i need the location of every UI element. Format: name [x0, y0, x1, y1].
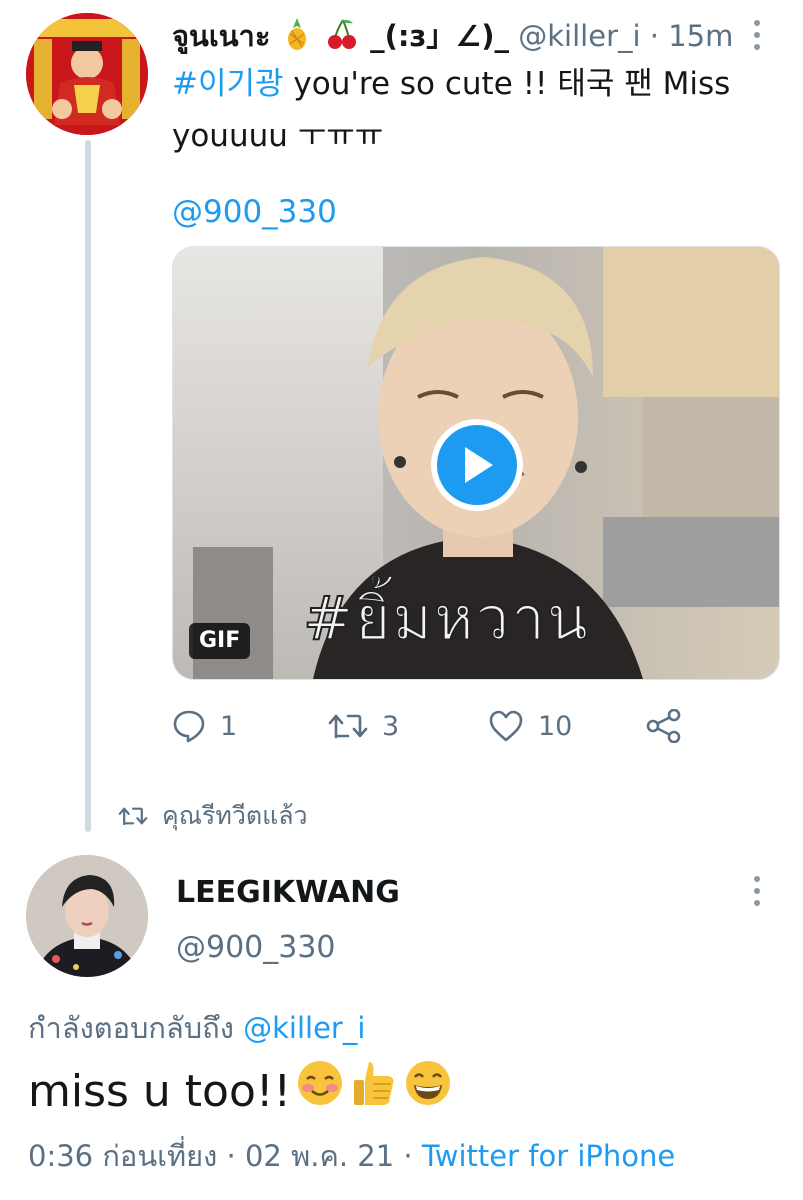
- retweet-icon: [328, 714, 368, 739]
- separator-dot: ·: [649, 19, 659, 53]
- avatar-killer-i[interactable]: [26, 13, 148, 135]
- avatar-image: [26, 13, 148, 135]
- display-name[interactable]: LEEGIKWANG: [176, 873, 400, 913]
- retweet-button[interactable]: 3: [328, 704, 399, 748]
- tweet-text-body: miss u too!!: [28, 1066, 292, 1117]
- source-link[interactable]: Twitter for iPhone: [422, 1139, 675, 1173]
- tweet-meta: 0:36 ก่อนเที่ยง · 02 พ.ค. 21 · Twitter f…: [28, 1136, 675, 1176]
- reply-icon: [173, 710, 205, 743]
- avatar-image: [26, 855, 148, 977]
- reply-count: 1: [220, 710, 238, 742]
- gif-media[interactable]: #ยิ้มหวาน GIF: [172, 246, 780, 680]
- tweet-header: จูนเนาะ _(:з」∠)_ @killer_i · 15m: [172, 16, 733, 60]
- handle[interactable]: @900_330: [176, 928, 336, 968]
- separator-dot: ·: [226, 1139, 236, 1173]
- smiling-face-with-blush-emoji-icon: [295, 1058, 345, 1126]
- share-button[interactable]: [646, 704, 682, 748]
- mention-link[interactable]: @900_330: [172, 190, 337, 234]
- grinning-face-emoji-icon: [403, 1058, 453, 1126]
- tweet-text: #이기광 you're so cute !! 태국 팬 Miss youuuu …: [172, 58, 762, 162]
- display-name[interactable]: จูนเนาะ: [172, 19, 270, 53]
- gif-caption-text: #ยิ้มหวาน: [302, 584, 590, 654]
- replying-to-link[interactable]: @killer_i: [243, 1011, 365, 1045]
- retweet-count: 3: [382, 710, 400, 742]
- replying-to-line: กำลังตอบกลับถึง @killer_i: [28, 1008, 365, 1048]
- share-icon: [646, 709, 681, 743]
- tweet-date[interactable]: 02 พ.ค. 21: [245, 1139, 394, 1173]
- tweet-text: miss u too!!: [28, 1058, 453, 1126]
- separator-dot: ·: [403, 1139, 413, 1173]
- display-name-suffix: _(:з」∠)_: [370, 19, 510, 53]
- more-options-icon[interactable]: [752, 876, 762, 912]
- gif-badge: GIF: [189, 623, 251, 659]
- heart-icon: [489, 710, 523, 742]
- avatar-900-330[interactable]: [26, 855, 148, 977]
- tweet-time[interactable]: 0:36 ก่อนเที่ยง: [28, 1139, 217, 1173]
- retweet-small-icon: [118, 807, 148, 826]
- handle[interactable]: @killer_i: [518, 19, 640, 53]
- timestamp[interactable]: 15m: [668, 19, 733, 53]
- like-count: 10: [538, 710, 573, 742]
- thread-connector-line: [85, 140, 91, 832]
- hashtag-link[interactable]: #이기광: [172, 66, 284, 102]
- like-button[interactable]: 10: [488, 704, 572, 748]
- replying-to-label: กำลังตอบกลับถึง: [28, 1011, 244, 1045]
- thumbs-up-emoji-icon: [349, 1058, 399, 1126]
- retweeted-label: คุณรีทวีตแล้ว: [162, 801, 308, 830]
- reply-button[interactable]: 1: [172, 704, 237, 748]
- play-button[interactable]: [431, 419, 523, 511]
- pineapple-emoji-icon: [284, 18, 319, 53]
- cherries-emoji-icon: [327, 19, 366, 53]
- retweeted-notice: คุณรีทวีตแล้ว: [118, 796, 308, 836]
- more-options-icon[interactable]: [752, 20, 762, 56]
- play-icon: [465, 447, 493, 483]
